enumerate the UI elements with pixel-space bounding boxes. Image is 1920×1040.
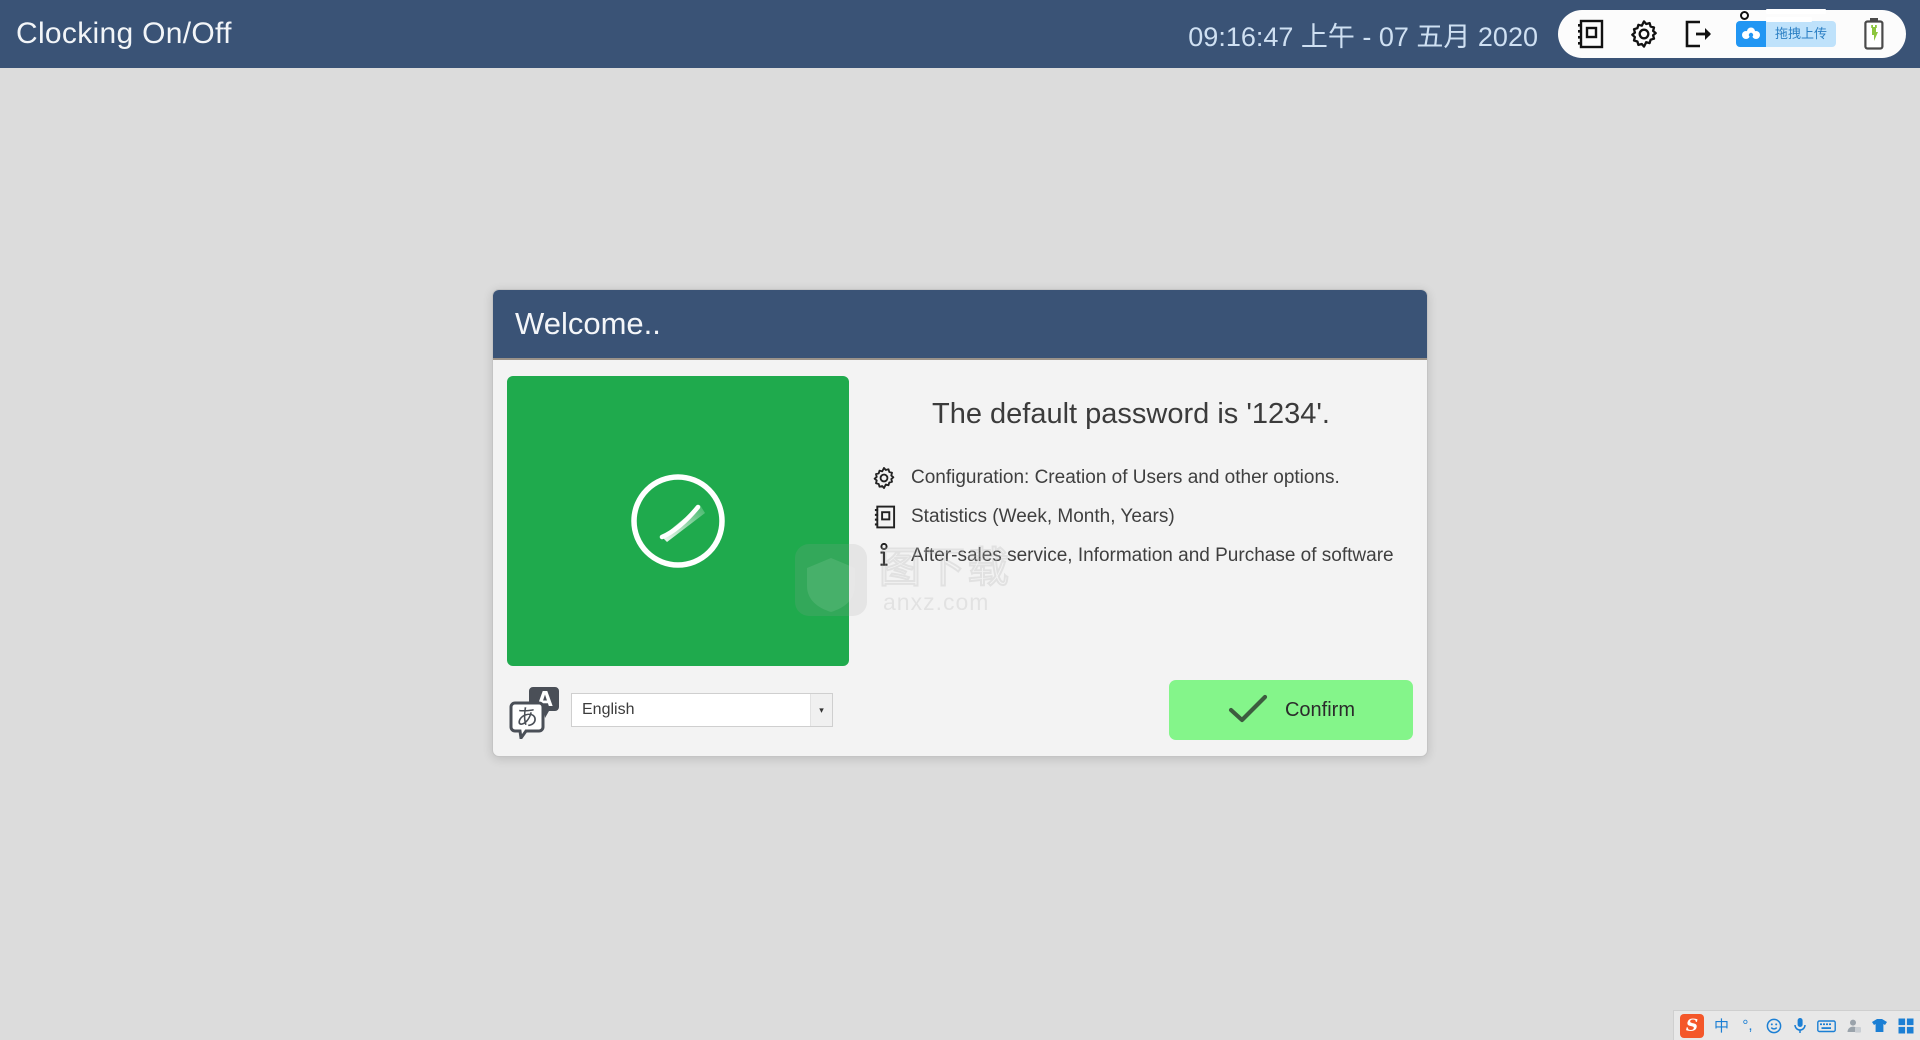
ime-toolbar: S 中 °, [1673, 1010, 1920, 1040]
clock-datetime: 09:16:47 上午 - 07 五月 2020 [1188, 21, 1538, 52]
check-icon [1227, 693, 1269, 728]
user-icon[interactable] [1845, 1015, 1862, 1037]
dialog-body: The default password is '1234'. Configur… [493, 360, 1427, 680]
svg-text:あ: あ [516, 706, 538, 731]
gear-icon [871, 465, 897, 491]
statistics-book-icon [871, 504, 897, 530]
language-value: English [582, 701, 635, 718]
feature-label: After-sales service, Information and Pur… [911, 545, 1394, 566]
app-header: Clocking On/Off 09:16:47 上午 - 07 五月 2020 [0, 0, 1920, 68]
info-icon [871, 543, 897, 569]
page-title: Clocking On/Off [16, 17, 232, 50]
gear-icon[interactable] [1628, 18, 1660, 50]
chevron-down-icon[interactable]: ▾ [810, 694, 832, 726]
system-tray: 拖拽上传 [1557, 9, 1906, 58]
clock-radar-icon [626, 469, 730, 573]
feature-row-statistics: Statistics (Week, Month, Years) [871, 504, 1413, 530]
clock-panel[interactable] [507, 376, 849, 666]
language-group: A あ English ▾ [507, 681, 833, 742]
logout-icon[interactable] [1682, 18, 1714, 50]
feature-row-configuration: Configuration: Creation of Users and oth… [871, 465, 1413, 491]
upload-indicator-dot [1739, 11, 1749, 20]
toolbox-icon[interactable] [1897, 1015, 1914, 1037]
skin-icon[interactable] [1871, 1015, 1888, 1037]
ime-chinese-mode[interactable]: 中 [1713, 1015, 1730, 1037]
translate-icon: A あ [507, 681, 565, 742]
dialog-titlebar: Welcome.. [493, 290, 1427, 360]
cloud-icon [1735, 21, 1766, 47]
header-right-group: 09:16:47 上午 - 07 五月 2020 拖拽上传 [1188, 0, 1920, 68]
feature-label: Configuration: Creation of Users and oth… [911, 467, 1340, 488]
dialog-content: The default password is '1234'. Configur… [849, 376, 1413, 666]
feature-label: Statistics (Week, Month, Years) [911, 506, 1175, 527]
upload-badge[interactable]: 拖拽上传 [1735, 9, 1836, 47]
language-select[interactable]: English ▾ [571, 693, 833, 727]
statistics-book-icon[interactable] [1574, 18, 1606, 50]
desktop-background: Welcome.. The default password is '1234'… [0, 68, 1920, 1040]
emoji-icon[interactable] [1765, 1015, 1782, 1037]
confirm-button[interactable]: Confirm [1169, 680, 1413, 740]
microphone-icon[interactable] [1791, 1015, 1808, 1037]
battery-charging-icon[interactable] [1858, 18, 1890, 50]
dialog-footer: A あ English ▾ Confirm [493, 680, 1427, 756]
dialog-title: Welcome.. [515, 306, 661, 341]
sogou-logo-icon[interactable]: S [1680, 1013, 1704, 1038]
confirm-label: Confirm [1284, 698, 1355, 721]
feature-row-support: After-sales service, Information and Pur… [871, 543, 1413, 569]
ime-punctuation-mode[interactable]: °, [1739, 1015, 1756, 1037]
welcome-dialog: Welcome.. The default password is '1234'… [492, 289, 1428, 757]
keyboard-icon[interactable] [1817, 1015, 1836, 1037]
upload-ghost-bars [1765, 9, 1826, 25]
password-message: The default password is '1234'. [932, 398, 1330, 430]
